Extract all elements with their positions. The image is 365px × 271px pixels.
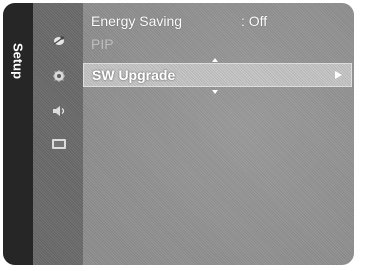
icon-column (33, 3, 83, 265)
gear-icon[interactable] (50, 69, 68, 83)
sw-upgrade-item[interactable]: SW Upgrade (83, 63, 352, 87)
right-arrow-icon (335, 71, 342, 79)
input-icon[interactable] (50, 137, 68, 151)
setup-menu-panel: Setup Energy Saving: Off PIP SW Upgrade (3, 3, 354, 265)
scroll-down-icon (212, 90, 218, 94)
energy-saving-label: Energy Saving (91, 13, 183, 29)
sw-upgrade-label: SW Upgrade (92, 67, 176, 83)
side-tab: Setup (3, 3, 33, 265)
signal-icon[interactable] (50, 34, 68, 48)
pip-label: PIP (91, 36, 114, 52)
side-tab-label: Setup (10, 42, 26, 80)
speaker-icon[interactable] (50, 104, 68, 118)
pip-item: PIP (91, 34, 114, 54)
energy-saving-item[interactable]: Energy Saving : Off (91, 11, 267, 31)
scroll-up-icon (212, 58, 218, 62)
energy-saving-value: : Off (241, 13, 268, 29)
